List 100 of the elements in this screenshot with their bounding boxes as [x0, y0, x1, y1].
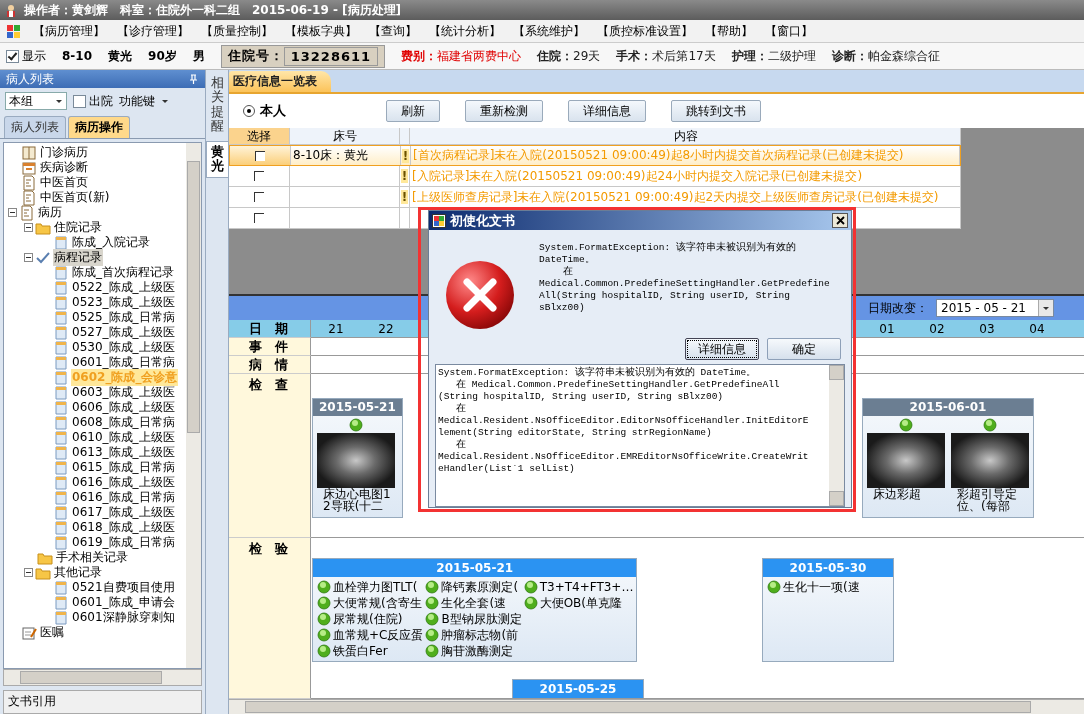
lab-test[interactable]: T3+T4+FT3+…	[539, 580, 634, 594]
tree-item[interactable]: 0523_陈成_上级医	[71, 294, 176, 311]
tree-item[interactable]: 医嘱	[39, 624, 65, 641]
vertical-scrollbar[interactable]	[186, 143, 201, 668]
lab-test[interactable]: 大便常规(含寄生	[333, 594, 422, 612]
tree-item[interactable]: 0619_陈成_日常病	[71, 534, 176, 551]
tree-item[interactable]: 0610_陈成_上级医	[71, 429, 176, 446]
menu-item[interactable]: 【模板字典】	[285, 22, 357, 40]
close-button[interactable]	[832, 213, 848, 229]
date-picker[interactable]: 2015 - 05 - 21	[936, 299, 1054, 317]
tree-item[interactable]: 手术相关记录	[55, 549, 129, 566]
tree-item[interactable]: 门诊病历	[39, 144, 89, 161]
tree-item[interactable]: 0601_陈成_日常病	[71, 354, 176, 371]
tree-item[interactable]: 0530_陈成_上级医	[71, 339, 176, 356]
row-checkbox[interactable]	[255, 150, 265, 161]
toolbar-button[interactable]: 跳转到文书	[671, 100, 761, 122]
lab-test[interactable]: B型钠尿肽测定	[441, 610, 522, 628]
menu-item[interactable]: 【病历管理】	[33, 22, 105, 40]
xray-photo-placeholder[interactable]	[317, 433, 395, 488]
bottom-tab[interactable]: 文书引用	[3, 690, 202, 714]
error-detail-line: Medical.Resident.NsOfficeEditor.EditorNsOfficeHandler.InitEditorE	[438, 415, 809, 428]
lab-test[interactable]: 生化十一项(速	[783, 578, 860, 596]
status-dot-icon	[349, 418, 363, 432]
lab-test[interactable]: 降钙素原测定(	[441, 578, 519, 596]
patient-age: 90岁	[148, 47, 177, 65]
tree-item[interactable]: 0618_陈成_上级医	[71, 519, 176, 536]
horizontal-scrollbar[interactable]	[229, 699, 1084, 714]
panel-tab[interactable]: 病历操作	[68, 116, 130, 138]
tree-item[interactable]: 0615_陈成_日常病	[71, 459, 176, 476]
side-tab[interactable]: 相关提醒	[206, 72, 229, 138]
document-icon	[21, 189, 37, 206]
table-row[interactable]: ! [入院记录]未在入院(20150521 09:00:49)起24小时内提交入院记录(已创建未提交)	[229, 166, 961, 187]
tree-item[interactable]: 陈成_首次病程记录	[71, 264, 175, 281]
tree-item[interactable]: 病历	[37, 204, 63, 221]
patient-name: 黄光	[108, 47, 133, 65]
tree-item[interactable]: 陈成_入院记录	[71, 234, 151, 251]
toolbar-button[interactable]: 重新检测	[465, 100, 543, 122]
scope-radio[interactable]	[243, 105, 255, 117]
dialog-button[interactable]: 详细信息	[685, 338, 759, 361]
side-tab[interactable]: 黄光	[206, 141, 229, 178]
expand-toggle-icon[interactable]	[24, 253, 33, 262]
tree-item[interactable]: 0606_陈成_上级医	[71, 399, 176, 416]
tree-item[interactable]: 中医首页	[39, 174, 89, 191]
exam-caption: 床边彩超	[872, 488, 922, 500]
day-label: 02	[928, 321, 946, 337]
tree-item[interactable]: 0608_陈成_日常病	[71, 414, 176, 431]
panel-tab[interactable]: 病人列表	[4, 116, 66, 138]
tree-item[interactable]: 0521自费项目使用	[71, 579, 176, 596]
menu-item[interactable]: 【质量控制】	[201, 22, 273, 40]
menu-item[interactable]: 【质控标准设置】	[597, 22, 693, 40]
tree-item[interactable]: 病程记录	[53, 249, 103, 266]
lab-test[interactable]: 血栓弹力图TLT(	[333, 578, 418, 596]
table-row[interactable]: ! [上级医师查房记录]未在入院(20150521 09:00:49)起2天内提交上级医师查房记录(已创建未提交)	[229, 187, 961, 208]
lab-test[interactable]: 肿瘤标志物(前	[441, 626, 519, 644]
lab-test[interactable]: 胸苷激酶测定	[441, 642, 514, 660]
tree-item[interactable]: 住院记录	[53, 219, 103, 236]
panel-title: 病人列表	[6, 70, 54, 88]
menu-item[interactable]: 【诊疗管理】	[117, 22, 189, 40]
menu-item[interactable]: 【系统维护】	[513, 22, 585, 40]
menu-item[interactable]: 【查询】	[369, 22, 417, 40]
tree-item[interactable]: 疾病诊断	[39, 159, 89, 176]
admission-number-field[interactable]: 13228611	[283, 46, 379, 66]
toolbar-button[interactable]: 详细信息	[568, 100, 646, 122]
toolbar-button[interactable]: 刷新	[386, 100, 440, 122]
tree-item[interactable]: 0601_陈成_申请会	[71, 594, 176, 611]
table-row[interactable]: 8-10床：黄光 ! [首次病程记录]未在入院(20150521 09:00:49)起8小时内提交首次病程记录(已创建未提交)	[229, 145, 961, 166]
tree-item[interactable]: 0617_陈成_上级医	[71, 504, 176, 521]
expand-toggle-icon[interactable]	[8, 208, 17, 217]
tree-item[interactable]: 0616_陈成_上级医	[71, 474, 176, 491]
menu-item[interactable]: 【统计分析】	[429, 22, 501, 40]
tree-item[interactable]: 0603_陈成_上级医	[71, 384, 176, 401]
tree-item[interactable]: 其他记录	[53, 564, 103, 581]
tree-item[interactable]: 0527_陈成_上级医	[71, 324, 176, 341]
tree-item[interactable]: 0522_陈成_上级医	[71, 279, 176, 296]
discharged-checkbox[interactable]	[73, 94, 86, 108]
file-icon	[53, 279, 69, 296]
lab-test[interactable]: 大便OB(单克隆	[539, 594, 623, 612]
group-dropdown[interactable]: 本组	[5, 92, 67, 110]
dialog-button[interactable]: 确定	[767, 338, 841, 361]
tree-item[interactable]: 0613_陈成_上级医	[71, 444, 176, 461]
menu-item[interactable]: 【窗口】	[765, 22, 813, 40]
lab-test[interactable]: 血常规+C反应蛋	[333, 626, 424, 644]
tree-item[interactable]: 0525_陈成_日常病	[71, 309, 176, 326]
function-key-dropdown[interactable]: 功能键	[119, 92, 169, 110]
lab-test[interactable]: 生化全套(速	[441, 594, 507, 612]
lab-test[interactable]: 尿常规(住院)	[333, 610, 403, 628]
expand-toggle-icon[interactable]	[24, 568, 33, 577]
horizontal-scrollbar[interactable]	[3, 669, 202, 686]
error-detail-line: Medical.Resident.NsOfficeEditor.EMREditorNsOfficeWrite.CreateWrit	[438, 451, 809, 464]
xray-photo-placeholder[interactable]	[867, 433, 945, 488]
expand-toggle-icon[interactable]	[24, 223, 33, 232]
lab-test[interactable]: 铁蛋白Fer	[333, 642, 388, 660]
tree-item[interactable]: 0601深静脉穿刺知	[71, 609, 176, 626]
show-checkbox[interactable]	[6, 49, 19, 63]
tree-item[interactable]: 0616_陈成_日常病	[71, 489, 176, 506]
xray-photo-placeholder[interactable]	[951, 433, 1029, 488]
tree-item[interactable]: 中医首页(新)	[39, 189, 111, 206]
menu-item[interactable]: 【帮助】	[705, 22, 753, 40]
main-tab[interactable]: 医疗信息一览表	[229, 71, 331, 92]
vertical-scrollbar[interactable]	[829, 365, 844, 506]
